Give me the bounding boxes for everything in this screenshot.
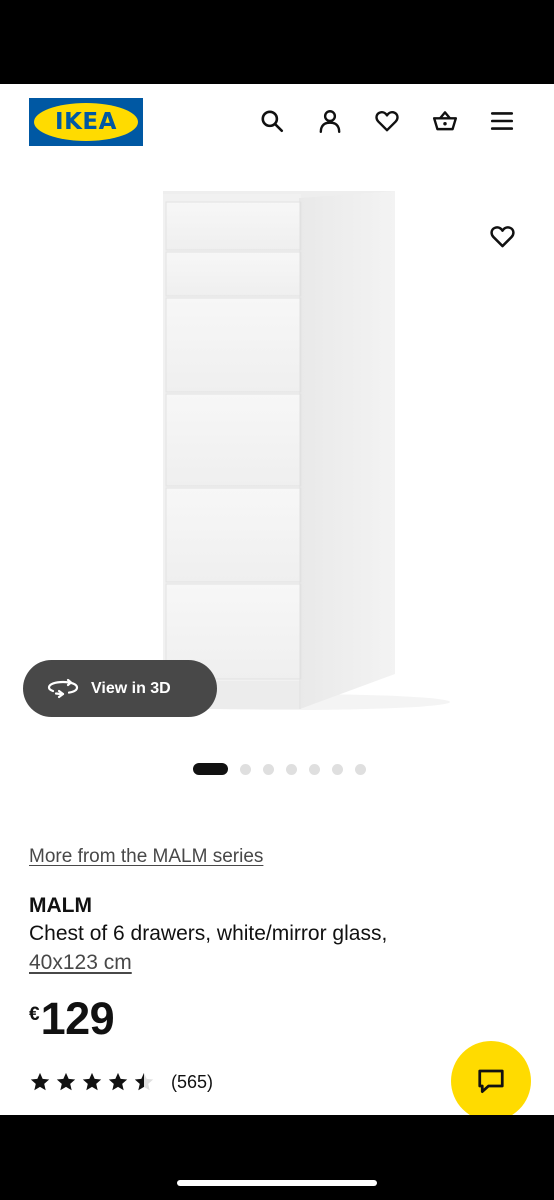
- carousel-dot[interactable]: [263, 763, 274, 775]
- bottom-system-bar: [0, 1115, 554, 1200]
- star-full-icon: [108, 1072, 128, 1091]
- product-image[interactable]: [0, 174, 554, 734]
- menu-icon[interactable]: [487, 106, 517, 136]
- search-icon[interactable]: [257, 106, 287, 136]
- carousel-dot-active[interactable]: [193, 763, 228, 775]
- product-page: IKEA View in 3D More from the MALM serie…: [0, 84, 554, 1115]
- logo-oval: IKEA: [34, 103, 138, 141]
- product-description: Chest of 6 drawers, white/mirror glass,: [29, 922, 388, 945]
- price-currency: €: [29, 1004, 40, 1025]
- product-price: € 129: [29, 993, 115, 1044]
- star-full-icon: [82, 1072, 102, 1091]
- carousel-dot[interactable]: [309, 763, 320, 775]
- rating[interactable]: (565): [29, 1071, 213, 1093]
- product-name: MALM: [29, 894, 92, 917]
- review-count: (565): [171, 1071, 214, 1092]
- logo-text: IKEA: [55, 109, 117, 135]
- chat-button[interactable]: [451, 1041, 531, 1115]
- view-in-3d-label: View in 3D: [91, 679, 171, 697]
- carousel-dot[interactable]: [286, 763, 297, 775]
- series-link[interactable]: More from the MALM series: [29, 846, 263, 868]
- carousel-dot[interactable]: [355, 763, 366, 775]
- rotate-3d-icon: [47, 678, 79, 698]
- ikea-logo[interactable]: IKEA: [29, 98, 143, 146]
- product-size-link[interactable]: 40x123 cm: [29, 951, 132, 975]
- price-amount: 129: [40, 993, 115, 1044]
- favourites-icon[interactable]: [372, 106, 402, 136]
- account-icon[interactable]: [315, 106, 345, 136]
- home-indicator[interactable]: [177, 1180, 377, 1186]
- star-half-icon: [134, 1072, 154, 1091]
- chat-icon: [478, 1069, 504, 1093]
- shopping-bag-icon[interactable]: [430, 106, 460, 136]
- chest-of-drawers-illustration: [130, 191, 450, 710]
- save-to-favourites-icon[interactable]: [486, 220, 518, 252]
- star-full-icon: [30, 1072, 50, 1091]
- carousel-dot[interactable]: [240, 763, 251, 775]
- view-in-3d-button[interactable]: View in 3D: [23, 660, 217, 717]
- star-full-icon: [56, 1072, 76, 1091]
- status-bar: [0, 0, 554, 84]
- image-carousel-indicator[interactable]: [193, 763, 366, 775]
- carousel-dot[interactable]: [332, 763, 343, 775]
